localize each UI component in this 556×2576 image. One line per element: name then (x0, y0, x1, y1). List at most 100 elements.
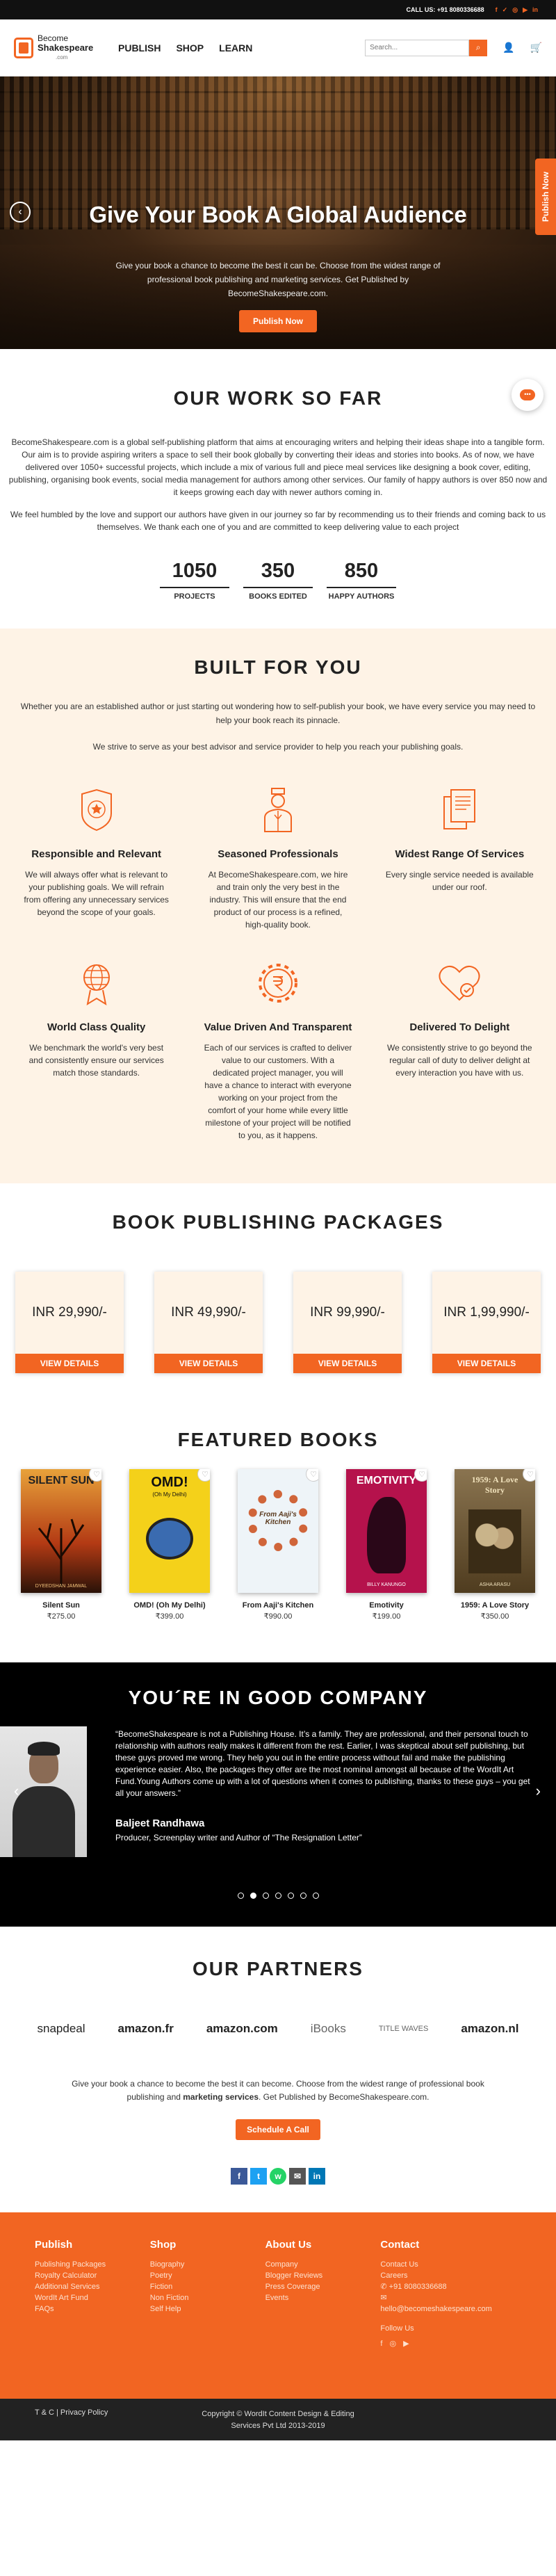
menu-shop[interactable]: SHOP (176, 42, 204, 54)
logo-line1: Become (38, 33, 69, 43)
book-name[interactable]: From Aaji's Kitchen (238, 1601, 318, 1610)
badge-star-icon (13, 786, 180, 834)
testimonial-role: Producer, Screenplay writer and Author o… (115, 1833, 362, 1842)
footer-col-publish: Publish Publishing Packages Royalty Calcu… (35, 2239, 106, 2313)
book-card[interactable]: From Aaji's Kitchen ♡ From Aaji's Kitche… (238, 1469, 318, 1621)
share-facebook-icon[interactable]: f (231, 2168, 247, 2185)
publish-now-button[interactable]: Publish Now (239, 310, 317, 332)
globe-medal-icon (13, 959, 180, 1007)
hero-text: Give your book a chance to become the be… (115, 261, 441, 298)
book-cover[interactable]: From Aaji's Kitchen ♡ (238, 1469, 318, 1593)
testimonial-next-icon[interactable]: › (536, 1782, 541, 1800)
partner-logo-ibooks[interactable]: iBooks (311, 2022, 346, 2036)
youtube-icon[interactable]: ▶ (523, 6, 528, 14)
book-cover[interactable]: 1959: A Love Story ASHA ARASU ♡ (455, 1469, 535, 1593)
partner-logo-title-waves[interactable]: TITLE WAVES (379, 2025, 429, 2033)
package-card: INR 29,990/- VIEW DETAILS (15, 1272, 124, 1373)
logo-mark-icon (14, 37, 33, 58)
partner-logo-amazon-fr[interactable]: amazon.fr (118, 2022, 174, 2036)
share-email-icon[interactable]: ✉ (289, 2168, 306, 2185)
book-name[interactable]: OMD! (Oh My Delhi) (129, 1601, 210, 1610)
publish-now-side-tab[interactable]: Publish Now (535, 159, 556, 235)
main-nav: Become Shakespeare .com PUBLISH SHOP LEA… (0, 19, 556, 76)
top-bar: CALL US: +91 8080336688 f ✓ ◎ ▶ in (0, 0, 556, 19)
partners-section: OUR PARTNERS snapdeal amazon.fr amazon.c… (0, 1927, 556, 2064)
book-name[interactable]: Silent Sun (21, 1601, 101, 1610)
carousel-dot[interactable] (287, 1893, 294, 1899)
schedule-call-button[interactable]: Schedule A Call (236, 2119, 320, 2140)
carousel-dot[interactable] (262, 1893, 269, 1899)
chat-button[interactable]: ••• (512, 379, 543, 411)
partners-title: OUR PARTNERS (193, 1958, 363, 1979)
footer-facebook-icon[interactable]: f (380, 2338, 382, 2349)
view-details-button[interactable]: VIEW DETAILS (293, 1354, 402, 1373)
instagram-icon[interactable]: ◎ (512, 6, 518, 14)
book-price: ₹199.00 (372, 1612, 401, 1621)
search-input[interactable] (365, 39, 470, 56)
carousel-dot-active[interactable] (250, 1893, 256, 1899)
feature-item: World Class Quality We benchmark the worl… (13, 959, 180, 1142)
wishlist-heart-icon[interactable]: ♡ (306, 1469, 318, 1482)
cta-text: Give your book a chance to become the be… (72, 2079, 484, 2102)
stat-books-edited: 350 BOOKS EDITED (236, 560, 320, 601)
menu-learn[interactable]: LEARN (219, 42, 252, 54)
testimonial-prev-icon[interactable]: ‹ (14, 1782, 19, 1800)
tree-silhouette-icon (38, 1518, 85, 1587)
testimonial-section: YOU´RE IN GOOD COMPANY ‹ › “BecomeShakes… (0, 1662, 556, 1927)
package-price: INR 99,990/- (293, 1272, 402, 1354)
partner-logo-amazon-nl[interactable]: amazon.nl (461, 2022, 518, 2036)
package-price: INR 49,990/- (154, 1272, 263, 1354)
search-button[interactable]: ⌕ (469, 39, 488, 56)
footer-youtube-icon[interactable]: ▶ (403, 2338, 409, 2349)
view-details-button[interactable]: VIEW DETAILS (432, 1354, 541, 1373)
stat-happy-authors: 850 HAPPY AUTHORS (320, 560, 403, 601)
book-card[interactable]: 1959: A Love Story ASHA ARASU ♡ 1959: A … (455, 1469, 535, 1621)
work-title: OUR WORK SO FAR (173, 387, 383, 409)
share-whatsapp-icon[interactable]: w (270, 2168, 286, 2185)
footer-instagram-icon[interactable]: ◎ (389, 2338, 396, 2349)
share-twitter-icon[interactable]: t (250, 2168, 267, 2185)
follow-us-label: Follow Us (380, 2324, 414, 2333)
book-cover[interactable]: SILENT SUN DYEEDSHAN JAMWAL ♡ (21, 1469, 101, 1593)
carousel-dot[interactable] (275, 1893, 281, 1899)
copyright-text: Copyright © WordIt Content Design & Edit… (202, 2410, 354, 2430)
linkedin-icon[interactable]: in (532, 6, 538, 14)
mail-icon: ✉ (380, 2294, 387, 2302)
facebook-icon[interactable]: f (496, 6, 498, 14)
book-name[interactable]: 1959: A Love Story (455, 1601, 535, 1610)
search-box: ⌕ (365, 39, 488, 56)
partner-logo-amazon-com[interactable]: amazon.com (206, 2022, 278, 2036)
book-card[interactable]: EMOTIVITY BILLY KANUNGO ♡ Emotivity ₹199… (346, 1469, 427, 1621)
book-name[interactable]: Emotivity (346, 1601, 427, 1610)
site-logo[interactable]: Become Shakespeare .com (14, 33, 104, 62)
package-card: INR 49,990/- VIEW DETAILS (154, 1272, 263, 1373)
carousel-dot[interactable] (300, 1893, 306, 1899)
testimonial-author: Baljeet Randhawa (115, 1817, 205, 1829)
carousel-dot[interactable] (237, 1893, 244, 1899)
package-card: INR 99,990/- VIEW DETAILS (293, 1272, 402, 1373)
book-cover[interactable]: OMD! (Oh My Delhi) ♡ (129, 1469, 210, 1593)
view-details-button[interactable]: VIEW DETAILS (154, 1354, 263, 1373)
view-details-button[interactable]: VIEW DETAILS (15, 1354, 124, 1373)
bottom-bar: T & C | Privacy Policy Copyright © WordI… (0, 2399, 556, 2440)
carousel-dot[interactable] (312, 1893, 319, 1899)
stats: 1050 PROJECTS 350 BOOKS EDITED 850 HAPPY AU… (8, 560, 548, 601)
chat-icon: ••• (520, 389, 535, 400)
book-price: ₹350.00 (480, 1612, 509, 1621)
package-price: INR 1,99,990/- (432, 1272, 541, 1354)
twitter-icon[interactable]: ✓ (502, 6, 508, 14)
cart-icon[interactable]: 🛒 (530, 42, 542, 54)
user-icon[interactable]: 👤 (502, 42, 514, 54)
couple-photo (468, 1509, 521, 1573)
featured-books-section: FEATURED BOOKS SILENT SUN DYEEDSHAN JAMW… (0, 1415, 556, 1662)
book-cover[interactable]: EMOTIVITY BILLY KANUNGO ♡ (346, 1469, 427, 1593)
rupee-gear-icon (194, 959, 361, 1007)
book-card[interactable]: OMD! (Oh My Delhi) ♡ OMD! (Oh My Delhi) … (129, 1469, 210, 1621)
menu-publish[interactable]: PUBLISH (118, 42, 161, 54)
footer-col-about: About Us Company Blogger Reviews Press Cov… (265, 2239, 323, 2302)
share-linkedin-icon[interactable]: in (309, 2168, 325, 2185)
book-card[interactable]: SILENT SUN DYEEDSHAN JAMWAL ♡ Silent Sun… (21, 1469, 101, 1621)
footer: Publish Publishing Packages Royalty Calcu… (0, 2212, 556, 2399)
feature-item: Value Driven And Transparent Each of our … (194, 959, 361, 1142)
partner-logo-snapdeal[interactable]: snapdeal (38, 2022, 85, 2036)
